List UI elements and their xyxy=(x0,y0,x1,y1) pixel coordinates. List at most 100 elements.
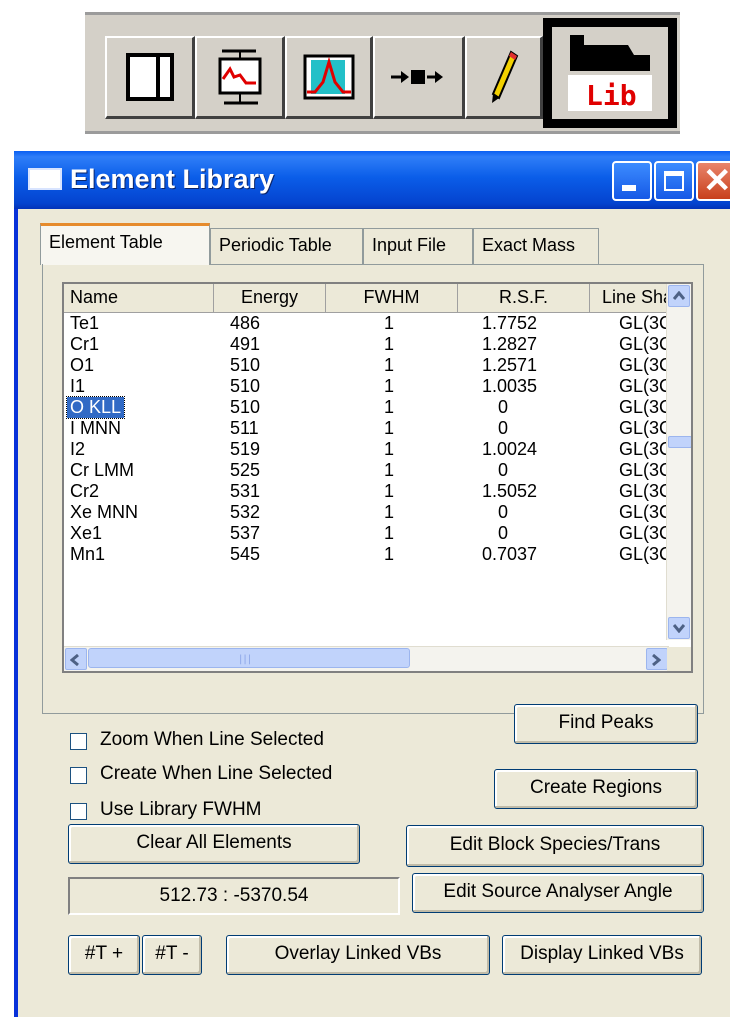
chevron-left-icon xyxy=(70,654,79,666)
cell-line-shape: GL(3C xyxy=(619,334,673,354)
table-row[interactable]: I1 510 1 1.0035 GL(3C xyxy=(64,376,672,397)
cell-rsf: 0 xyxy=(498,502,509,522)
cell-name: I MNN xyxy=(70,418,121,438)
find-peaks-button[interactable]: Find Peaks xyxy=(514,704,698,744)
edit-source-analyser-angle-button[interactable]: Edit Source Analyser Angle xyxy=(412,873,704,913)
element-list[interactable]: Name Energy FWHM R.S.F. Line Sha Te1 486 1… xyxy=(62,282,693,673)
tag-plus-button[interactable]: #T + xyxy=(68,935,140,975)
library-label: Lib xyxy=(586,79,637,112)
cell-line-shape: GL(3C xyxy=(619,481,673,501)
tab-periodic-table[interactable]: Periodic Table xyxy=(210,228,363,264)
tag-minus-button[interactable]: #T - xyxy=(142,935,202,975)
table-row[interactable]: Cr2 531 1 1.5052 GL(3C xyxy=(64,481,673,502)
cell-fwhm: 1 xyxy=(384,544,395,564)
chevron-up-icon xyxy=(673,291,685,300)
cell-fwhm: 1 xyxy=(384,355,395,375)
minimize-icon xyxy=(622,185,636,191)
maximize-icon xyxy=(664,171,684,191)
panel-window-icon xyxy=(125,53,174,101)
title-bar[interactable]: Element Library ✕ xyxy=(14,151,730,209)
table-row[interactable]: O1 510 1 1.2571 GL(3C xyxy=(64,355,672,376)
pencil-button[interactable] xyxy=(465,36,543,119)
spectrum-processing-button[interactable] xyxy=(195,36,285,119)
cell-name: Xe1 xyxy=(70,523,103,543)
table-row[interactable]: Te1 486 1 1.7752 GL(3C xyxy=(64,313,672,334)
horizontal-scrollbar[interactable]: ||| xyxy=(64,646,669,671)
scroll-down-button[interactable] xyxy=(668,617,690,639)
cell-energy: 510 xyxy=(230,376,261,396)
cell-name: I2 xyxy=(70,439,86,459)
element-library-window: Element Library ✕ Element Table Periodic… xyxy=(14,151,730,1017)
cell-name: Te1 xyxy=(70,313,100,333)
column-header-fwhm[interactable]: FWHM xyxy=(326,284,458,312)
cell-name: Xe MNN xyxy=(70,502,139,522)
table-row[interactable]: Xe MNN 532 1 0 GL(3C xyxy=(64,502,672,523)
cell-fwhm: 1 xyxy=(384,481,395,501)
column-header-energy[interactable]: Energy xyxy=(214,284,326,312)
cell-rsf: 1.0024 xyxy=(482,439,538,459)
move-block-button[interactable] xyxy=(373,36,465,119)
vertical-scrollbar[interactable] xyxy=(666,284,691,640)
cell-energy: 531 xyxy=(230,481,261,501)
cell-energy: 491 xyxy=(230,334,261,354)
cell-rsf: 1.0035 xyxy=(482,376,538,396)
display-linked-vbs-button[interactable]: Display Linked VBs xyxy=(502,935,702,975)
table-row[interactable]: Xe1 537 1 0 GL(3C xyxy=(64,523,673,544)
cell-energy: 519 xyxy=(230,439,261,459)
cursor-readout: 512.73 : -5370.54 xyxy=(68,877,400,915)
table-row-selected[interactable]: O KLL 510 1 0 GL(3C xyxy=(64,396,673,419)
cell-rsf: 0 xyxy=(498,418,509,438)
minimize-button[interactable] xyxy=(612,161,652,201)
table-row[interactable]: I2 519 1 1.0024 GL(3C xyxy=(64,439,672,460)
horizontal-scroll-thumb[interactable]: ||| xyxy=(88,648,410,668)
cell-energy: 510 xyxy=(230,397,261,417)
close-button[interactable]: ✕ xyxy=(696,161,730,201)
toolbar-top-edge xyxy=(85,12,680,15)
scroll-right-button[interactable] xyxy=(646,648,668,670)
table-row[interactable]: Mn1 545 1 0.7037 GL(3C xyxy=(64,544,672,565)
column-header-rsf[interactable]: R.S.F. xyxy=(458,284,590,312)
use-library-fwhm-checkbox[interactable] xyxy=(70,803,87,820)
column-header-line-shape[interactable]: Line Sha xyxy=(590,284,670,312)
tab-input-file[interactable]: Input File xyxy=(363,228,473,264)
use-library-fwhm-label: Use Library FWHM xyxy=(100,799,262,820)
library-icon: Lib xyxy=(568,35,652,112)
vertical-scroll-thumb[interactable] xyxy=(668,436,691,448)
cell-energy: 510 xyxy=(230,355,261,375)
edit-block-species-button[interactable]: Edit Block Species/Trans xyxy=(406,825,704,867)
cell-rsf: 1.5052 xyxy=(482,481,538,501)
create-when-selected-checkbox[interactable] xyxy=(70,767,87,784)
overlay-linked-vbs-button[interactable]: Overlay Linked VBs xyxy=(226,935,490,975)
cell-rsf: 0 xyxy=(498,460,509,480)
spectrum-processing-icon xyxy=(218,49,261,105)
tab-exact-mass[interactable]: Exact Mass xyxy=(473,228,599,264)
maximize-button[interactable] xyxy=(654,161,694,201)
table-row[interactable]: Cr1 491 1 1.2827 GL(3C xyxy=(64,334,673,355)
scroll-up-button[interactable] xyxy=(668,285,690,307)
cell-energy: 532 xyxy=(230,502,261,522)
cell-fwhm: 1 xyxy=(384,439,395,459)
zoom-when-selected-label: Zoom When Line Selected xyxy=(100,729,324,750)
create-regions-button[interactable]: Create Regions xyxy=(494,769,698,809)
column-header-name[interactable]: Name xyxy=(64,284,214,312)
tab-element-table[interactable]: Element Table xyxy=(40,223,210,265)
cell-line-shape: GL(3C xyxy=(619,460,673,480)
zoom-when-selected-checkbox[interactable] xyxy=(70,733,87,750)
cell-fwhm: 1 xyxy=(384,313,395,333)
clear-all-elements-button[interactable]: Clear All Elements xyxy=(68,824,360,864)
panel-window-button[interactable] xyxy=(105,36,195,119)
cell-name: O KLL xyxy=(65,396,126,419)
scroll-left-button[interactable] xyxy=(65,648,87,670)
cell-fwhm: 1 xyxy=(384,376,395,396)
cell-name: Cr2 xyxy=(70,481,100,501)
cell-line-shape: GL(3C xyxy=(619,523,673,543)
cell-fwhm: 1 xyxy=(384,397,395,417)
table-row[interactable]: Cr LMM 525 1 0 GL(3C xyxy=(64,460,673,481)
cell-line-shape: GL(3C xyxy=(619,397,673,417)
table-row[interactable]: I MNN 511 1 0 GL(3C xyxy=(64,418,672,439)
library-button[interactable]: Lib xyxy=(543,18,677,128)
cell-fwhm: 1 xyxy=(384,334,395,354)
cell-name: Cr1 xyxy=(70,334,100,354)
list-rows: Te1 486 1 1.7752 GL(3C Cr1 491 1 1.2827 GL(3C O1… xyxy=(64,313,673,565)
peak-fit-button[interactable] xyxy=(285,36,373,119)
